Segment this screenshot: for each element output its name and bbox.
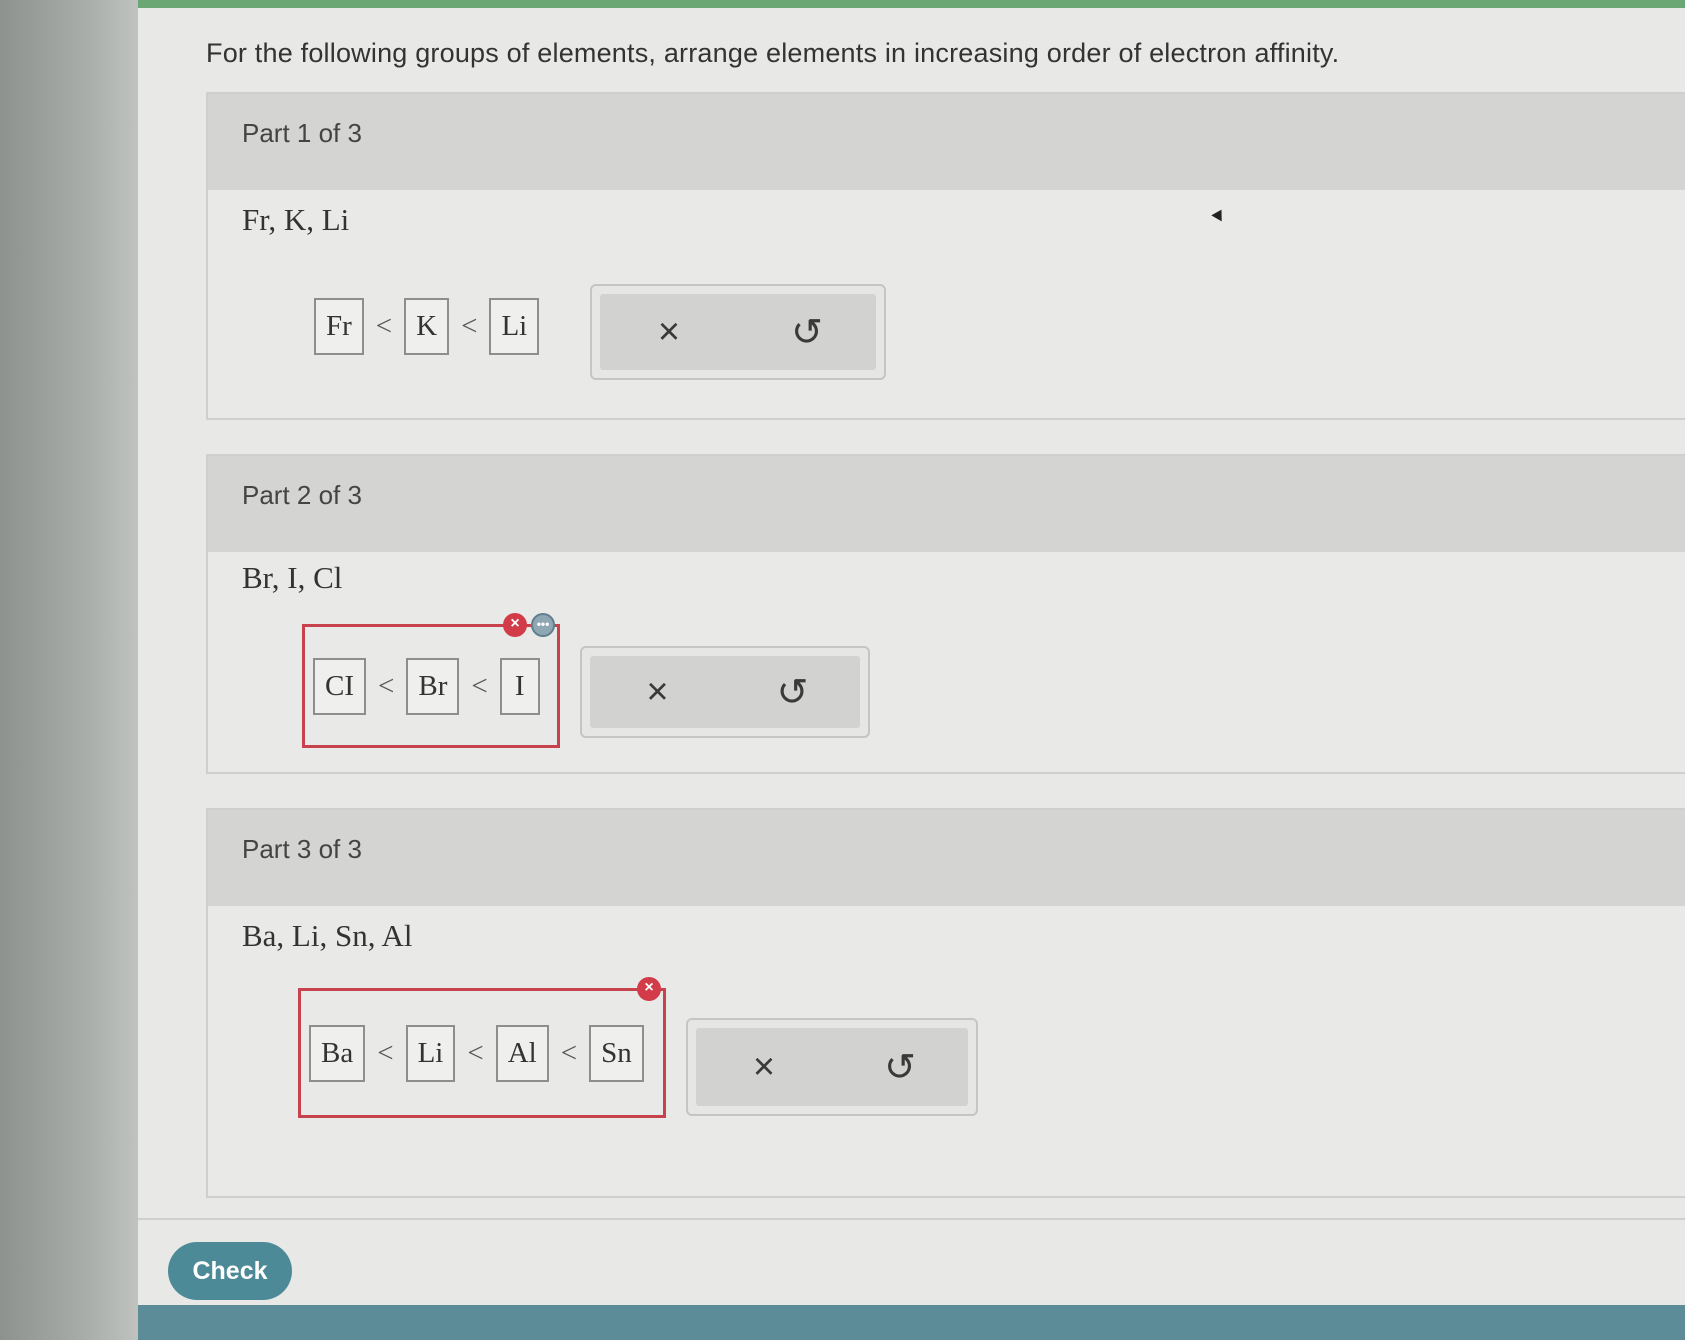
answer-chip[interactable]: I xyxy=(499,657,540,715)
answer-chip[interactable]: CI xyxy=(313,657,366,715)
less-than-sign: < xyxy=(560,1036,578,1069)
part-3-header: Part 3 of 3 xyxy=(208,810,1685,906)
less-than-sign: < xyxy=(461,309,478,342)
part-1-panel: Part 1 of 3 Fr, K, Li Fr < K < Li × ↺ xyxy=(206,92,1685,420)
divider xyxy=(138,1218,1685,1220)
answer-chip[interactable]: Al xyxy=(495,1024,549,1082)
part-1-toolbox: × ↺ xyxy=(590,284,886,380)
part-3-answer-area[interactable]: Ba < Li < Al < Sn × xyxy=(298,977,666,1118)
part-2-panel: Part 2 of 3 Br, I, Cl CI < Br < I × ••• … xyxy=(206,454,1685,774)
part-2-header: Part 2 of 3 xyxy=(208,456,1685,552)
part-1-elements: Fr, K, Li xyxy=(242,202,350,237)
question-instruction: For the following groups of elements, ar… xyxy=(206,38,1340,68)
clear-icon[interactable]: × xyxy=(628,662,688,722)
part-2-elements: Br, I, Cl xyxy=(242,560,343,595)
question-page: For the following groups of elements, ar… xyxy=(138,8,1685,1305)
answer-chip[interactable]: Li xyxy=(489,297,540,355)
answer-chip[interactable]: Fr xyxy=(314,297,364,355)
part-3-panel: Part 3 of 3 Ba, Li, Sn, Al Ba < Li < Al … xyxy=(206,808,1685,1198)
answer-chip[interactable]: Li xyxy=(405,1024,456,1082)
clear-icon[interactable]: × xyxy=(639,302,699,362)
bottom-bar xyxy=(138,1305,1685,1340)
answer-chip[interactable]: Br xyxy=(406,657,460,715)
undo-icon[interactable]: ↺ xyxy=(870,1037,930,1097)
check-button[interactable]: Check xyxy=(168,1242,292,1300)
part-2-toolbox: × ↺ xyxy=(580,646,870,738)
part-1-header: Part 1 of 3 xyxy=(208,94,1685,190)
less-than-sign: < xyxy=(378,669,395,702)
less-than-sign: < xyxy=(377,1036,394,1069)
less-than-sign: < xyxy=(467,1036,484,1069)
clear-icon[interactable]: × xyxy=(734,1037,794,1097)
answer-chip[interactable]: K xyxy=(404,297,450,355)
part-3-elements: Ba, Li, Sn, Al xyxy=(242,918,413,953)
incorrect-icon[interactable]: × xyxy=(637,977,661,1001)
more-options-icon[interactable]: ••• xyxy=(531,613,555,637)
part-2-answer-area[interactable]: CI < Br < I × ••• xyxy=(302,613,560,748)
undo-icon[interactable]: ↺ xyxy=(763,662,823,722)
less-than-sign: < xyxy=(471,669,488,702)
answer-chip[interactable]: Ba xyxy=(309,1024,366,1082)
left-margin xyxy=(0,0,138,1340)
part-1-answer-area[interactable]: Fr < K < Li xyxy=(306,294,547,358)
answer-chip[interactable]: Sn xyxy=(589,1024,644,1082)
less-than-sign: < xyxy=(375,309,393,342)
undo-icon[interactable]: ↺ xyxy=(777,302,837,362)
incorrect-icon[interactable]: × xyxy=(503,613,527,637)
part-3-toolbox: × ↺ xyxy=(686,1018,978,1116)
